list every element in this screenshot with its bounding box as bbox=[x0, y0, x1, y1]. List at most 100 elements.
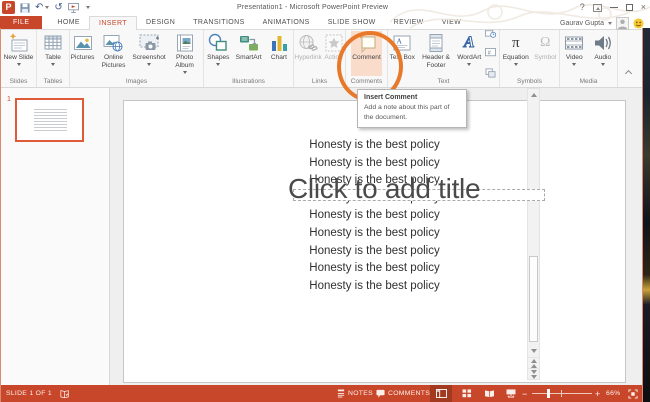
slide-body-line: Honesty is the best policy bbox=[309, 244, 440, 257]
svg-text:A: A bbox=[397, 37, 403, 46]
ribbon-display-options-icon[interactable] bbox=[592, 3, 602, 12]
window-title: Presentation1 - Microsoft PowerPoint Pre… bbox=[237, 4, 389, 11]
smartart-icon bbox=[238, 32, 260, 54]
svg-text:#: # bbox=[488, 50, 491, 56]
tab-animations[interactable]: ANIMATIONS bbox=[254, 16, 319, 29]
chart-button[interactable]: Chart bbox=[267, 31, 291, 76]
ribbon-group-slides: New Slide Slides bbox=[1, 30, 37, 87]
dropdown-caret-icon bbox=[16, 63, 21, 67]
group-label: Links bbox=[311, 78, 328, 85]
tooltip-title: Insert Comment bbox=[364, 94, 418, 101]
group-label: Images bbox=[125, 78, 148, 85]
start-slideshow-button[interactable] bbox=[67, 1, 79, 14]
slide-body-text[interactable]: Honesty is the best policy Honesty is the… bbox=[124, 137, 625, 295]
photo-album-button[interactable]: Photo Album bbox=[166, 31, 203, 76]
window-border-left bbox=[0, 28, 1, 402]
equation-button[interactable]: π Equation bbox=[502, 31, 530, 76]
new-slide-icon bbox=[8, 32, 30, 54]
group-label: Slides bbox=[9, 78, 28, 85]
tab-transitions[interactable]: TRANSITIONS bbox=[184, 16, 253, 29]
spellcheck-button[interactable] bbox=[60, 385, 70, 402]
customize-qat-caret-icon[interactable] bbox=[85, 6, 90, 9]
header-footer-button[interactable]: Header & Footer bbox=[417, 31, 455, 76]
tab-file[interactable]: FILE bbox=[0, 16, 43, 29]
zoom-slider-track[interactable] bbox=[532, 393, 592, 394]
help-button[interactable]: ? bbox=[580, 2, 585, 13]
tab-home[interactable]: HOME bbox=[48, 16, 89, 29]
scrollbar-thumb[interactable] bbox=[529, 256, 538, 342]
slide-thumbnail-panel[interactable]: 1 bbox=[0, 88, 110, 385]
zoom-percent[interactable]: 66% bbox=[606, 385, 621, 402]
save-button[interactable] bbox=[20, 1, 30, 14]
previous-slide-button[interactable] bbox=[528, 357, 539, 368]
notes-toggle[interactable]: NOTES bbox=[337, 385, 373, 402]
dropdown-caret-icon bbox=[147, 63, 152, 67]
ribbon-group-illustrations: Shapes SmartArt Chart Illustrations bbox=[204, 30, 294, 87]
shapes-button[interactable]: Shapes bbox=[206, 31, 230, 76]
insert-object-button-stack[interactable]: # bbox=[483, 27, 498, 78]
audio-button[interactable]: Audio bbox=[591, 31, 615, 76]
tab-slide-show[interactable]: SLIDE SHOW bbox=[319, 16, 385, 29]
next-slide-button[interactable] bbox=[528, 368, 539, 379]
minimize-button[interactable] bbox=[609, 2, 618, 13]
zoom-slider-thumb[interactable] bbox=[547, 389, 550, 398]
screenshot-button[interactable]: Screenshot bbox=[132, 31, 166, 76]
shapes-icon bbox=[207, 32, 229, 54]
tab-design[interactable]: DESIGN bbox=[137, 16, 184, 29]
pictures-button[interactable]: Pictures bbox=[70, 31, 95, 76]
slide-number-icon[interactable]: # bbox=[485, 45, 497, 63]
reading-view-icon bbox=[484, 390, 494, 398]
scroll-down-button[interactable] bbox=[528, 345, 539, 357]
header-footer-icon bbox=[425, 32, 447, 54]
online-pictures-button[interactable]: Online Pictures bbox=[95, 31, 132, 76]
zoom-out-button[interactable]: − bbox=[522, 385, 528, 402]
comments-toggle[interactable]: COMMENTS bbox=[376, 385, 430, 402]
button-label: WordArt bbox=[457, 54, 482, 61]
powerpoint-logo-icon[interactable]: P bbox=[2, 1, 15, 14]
button-label: Equation bbox=[502, 54, 529, 61]
undo-icon: ↶ bbox=[35, 1, 44, 13]
start-slideshow-icon bbox=[67, 2, 79, 13]
close-button[interactable]: × bbox=[641, 2, 646, 13]
smartart-button[interactable]: SmartArt bbox=[235, 31, 263, 76]
scroll-up-button[interactable] bbox=[528, 89, 539, 101]
slideshow-icon bbox=[506, 389, 516, 398]
button-label: Video bbox=[565, 54, 583, 61]
wordart-button[interactable]: A WordArt bbox=[456, 31, 482, 76]
window-border-right bbox=[642, 28, 643, 402]
video-button[interactable]: Video bbox=[562, 31, 586, 76]
slide-thumbnail[interactable] bbox=[15, 98, 84, 142]
video-icon bbox=[563, 32, 585, 54]
ribbon-group-images: Pictures Online Pictures Screenshot Photo A… bbox=[70, 30, 204, 87]
normal-view-button[interactable] bbox=[430, 385, 452, 402]
slide-body-line: Honesty is the best policy bbox=[309, 226, 440, 239]
reading-view-button[interactable] bbox=[478, 385, 500, 402]
tooltip: Insert Comment Add a note about this par… bbox=[357, 89, 467, 129]
pictures-icon bbox=[72, 32, 94, 54]
normal-view-icon bbox=[435, 389, 447, 398]
slide-canvas[interactable]: Honesty is the best policy Honesty is the… bbox=[123, 100, 626, 383]
slide-title-prompt[interactable]: Click to add title bbox=[288, 173, 481, 205]
collapse-ribbon-icon[interactable] bbox=[626, 70, 633, 75]
vertical-scrollbar[interactable] bbox=[527, 88, 540, 380]
undo-button[interactable]: ↶ bbox=[35, 1, 50, 14]
slide-indicator: SLIDE 1 OF 1 bbox=[6, 390, 52, 397]
slide-sorter-view-button[interactable] bbox=[456, 385, 478, 402]
button-label: New Slide bbox=[3, 54, 34, 61]
dropdown-caret-icon bbox=[216, 63, 221, 67]
slide-sorter-icon bbox=[462, 389, 472, 398]
button-label: Online Pictures bbox=[101, 54, 126, 69]
group-label: Illustrations bbox=[232, 78, 265, 85]
table-button[interactable]: Table bbox=[41, 31, 65, 76]
fit-slide-to-window-button[interactable] bbox=[624, 385, 642, 402]
scrollbar-track[interactable] bbox=[528, 101, 539, 345]
button-label: SmartArt bbox=[235, 54, 262, 61]
new-slide-button[interactable]: New Slide bbox=[3, 31, 35, 76]
zoom-in-button[interactable]: + bbox=[595, 385, 601, 402]
maximize-button[interactable] bbox=[625, 2, 633, 13]
redo-button[interactable]: ↺ bbox=[54, 1, 62, 14]
symbol-button: Ω Symbol bbox=[533, 31, 557, 76]
tab-insert[interactable]: INSERT bbox=[89, 16, 137, 30]
ribbon-group-media: Video Audio Media bbox=[560, 30, 618, 87]
slideshow-view-button[interactable] bbox=[500, 385, 522, 402]
